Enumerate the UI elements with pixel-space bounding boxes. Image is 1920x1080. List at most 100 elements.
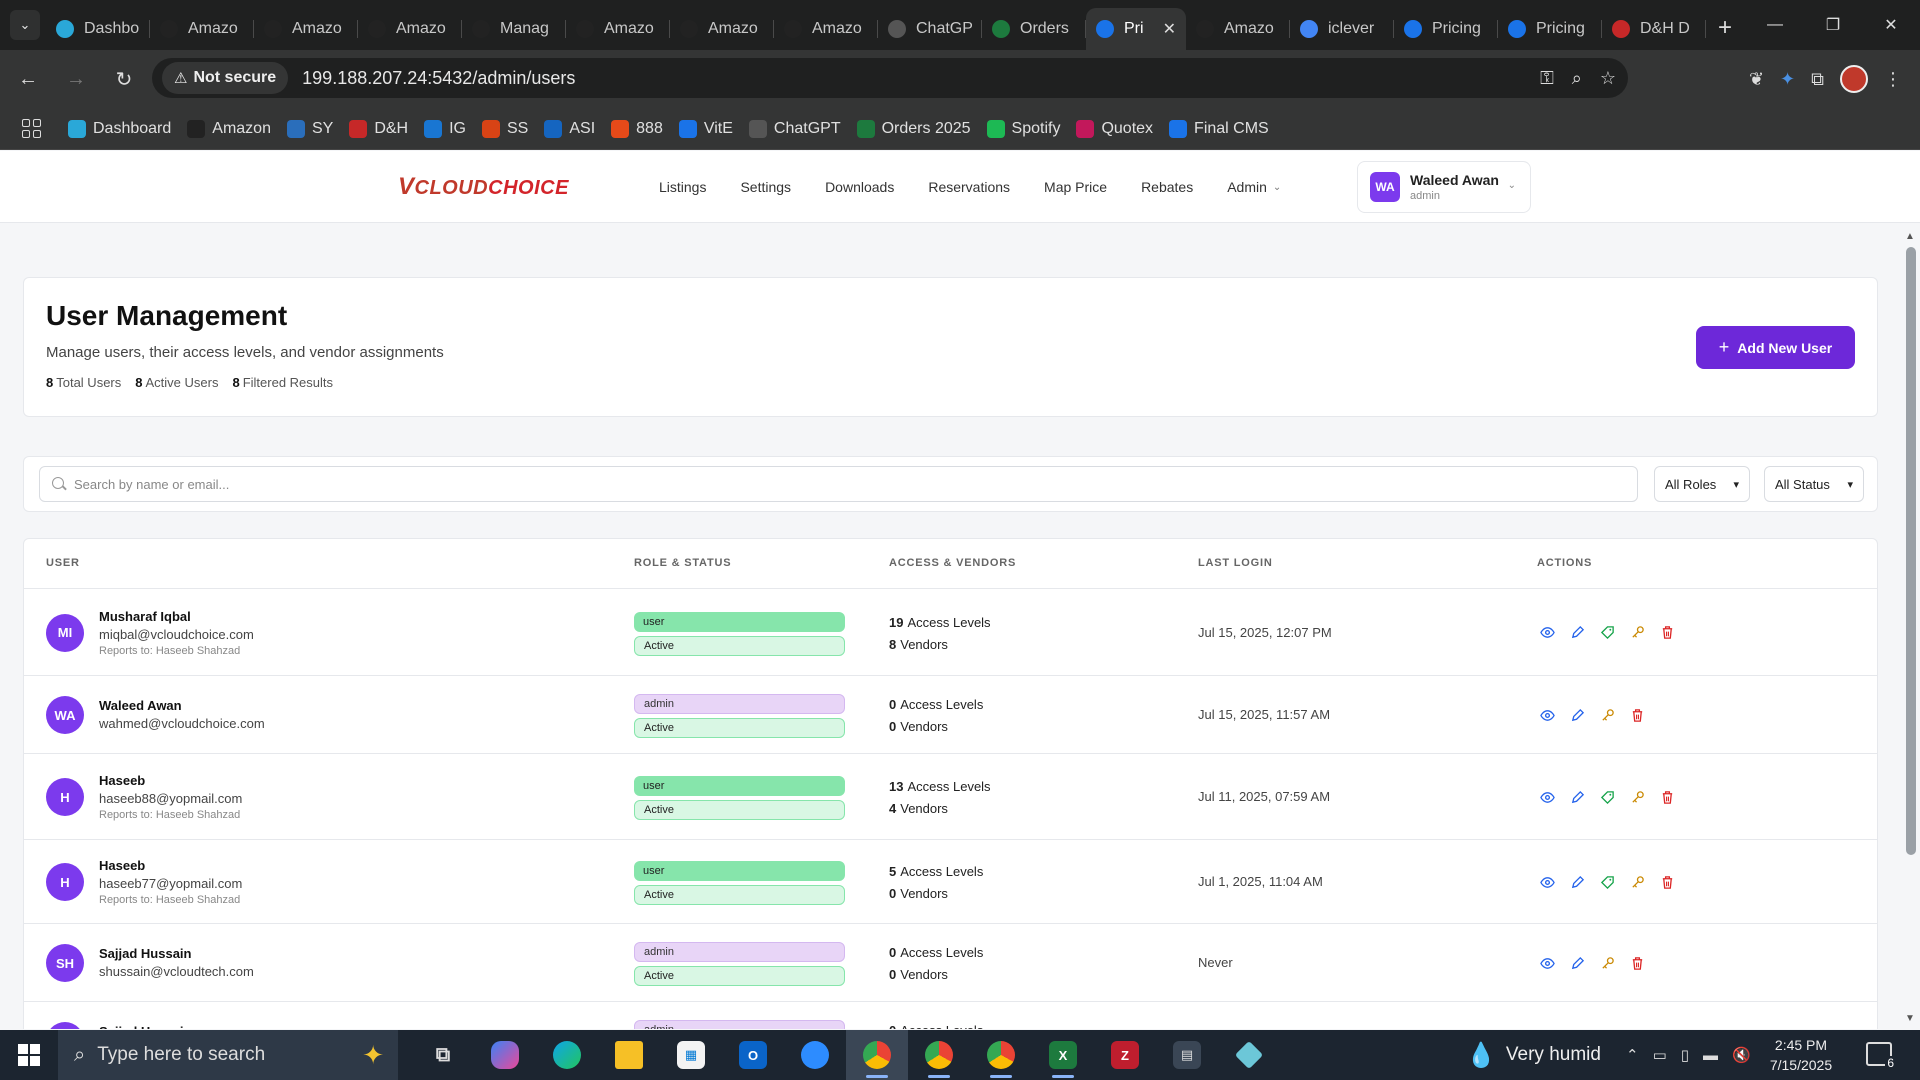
- edit-icon[interactable]: [1569, 707, 1585, 723]
- edit-icon[interactable]: [1569, 955, 1585, 971]
- nav-map-price[interactable]: Map Price: [1044, 179, 1107, 195]
- tray-device-icon[interactable]: ▯: [1681, 1046, 1689, 1064]
- minimize-icon[interactable]: —: [1746, 0, 1804, 50]
- view-icon[interactable]: [1539, 955, 1555, 971]
- battery-icon[interactable]: ▬: [1703, 1047, 1718, 1064]
- bookmark-item[interactable]: VitE: [678, 119, 733, 138]
- delete-icon[interactable]: [1659, 874, 1675, 890]
- apps-grid-icon[interactable]: [22, 118, 42, 139]
- bookmark-item[interactable]: IG: [424, 119, 466, 138]
- browser-tab[interactable]: iclever: [1290, 8, 1394, 50]
- calculator-icon[interactable]: ▤: [1156, 1030, 1218, 1080]
- restore-icon[interactable]: ❐: [1804, 0, 1862, 50]
- bookmark-item[interactable]: SS: [482, 119, 528, 138]
- edit-icon[interactable]: [1569, 874, 1585, 890]
- browser-tab[interactable]: Orders: [982, 8, 1086, 50]
- new-tab-button[interactable]: +: [1718, 14, 1732, 42]
- omnibox[interactable]: ⚠ Not secure 199.188.207.24:5432/admin/u…: [152, 58, 1628, 98]
- edit-icon[interactable]: [1569, 625, 1585, 641]
- delete-icon[interactable]: [1629, 707, 1645, 723]
- user-menu[interactable]: WA Waleed Awan admin ⌄: [1357, 161, 1531, 213]
- zoom-icon[interactable]: ⌕: [1572, 68, 1582, 89]
- browser-tab[interactable]: Amazo: [774, 8, 878, 50]
- url-text[interactable]: 199.188.207.24:5432/admin/users: [302, 68, 575, 89]
- roles-select[interactable]: All Roles ▾: [1654, 466, 1750, 502]
- weather-widget[interactable]: 💧 Very humid: [1466, 1030, 1601, 1080]
- view-icon[interactable]: [1539, 707, 1555, 723]
- browser-tab[interactable]: ChatGP: [878, 8, 982, 50]
- close-window-icon[interactable]: ✕: [1862, 0, 1920, 50]
- file-explorer-icon[interactable]: [598, 1030, 660, 1080]
- bookmark-item[interactable]: ASI: [544, 119, 595, 138]
- edit-icon[interactable]: [1569, 789, 1585, 805]
- forward-icon[interactable]: →: [56, 59, 96, 99]
- tray-display-icon[interactable]: ▭: [1653, 1046, 1667, 1064]
- start-button[interactable]: [0, 1030, 58, 1080]
- bookmark-star-icon[interactable]: ☆: [1600, 68, 1616, 89]
- nav-listings[interactable]: Listings: [659, 179, 706, 195]
- delete-icon[interactable]: [1629, 955, 1645, 971]
- bookmark-item[interactable]: Dashboard: [68, 119, 171, 138]
- notifications-icon[interactable]: 6: [1866, 1042, 1896, 1070]
- key-icon[interactable]: [1629, 874, 1645, 890]
- tag-icon[interactable]: [1599, 874, 1615, 890]
- add-new-user-button[interactable]: + Add New User: [1696, 326, 1855, 369]
- bookmark-item[interactable]: SY: [286, 119, 333, 138]
- scroll-down-icon[interactable]: ▼: [1905, 1013, 1915, 1024]
- taskbar-clock[interactable]: 2:45 PM 7/15/2025: [1756, 1035, 1846, 1075]
- tag-icon[interactable]: [1599, 789, 1615, 805]
- profile-avatar[interactable]: [1840, 65, 1868, 93]
- nav-settings[interactable]: Settings: [740, 179, 791, 195]
- extension-leaf-icon[interactable]: ❦: [1749, 69, 1764, 90]
- volume-muted-icon[interactable]: 🔇: [1732, 1046, 1751, 1064]
- bookmark-item[interactable]: Final CMS: [1169, 119, 1269, 138]
- nav-reservations[interactable]: Reservations: [928, 179, 1010, 195]
- status-select[interactable]: All Status ▾: [1764, 466, 1864, 502]
- extension-blue-icon[interactable]: ✦: [1780, 69, 1795, 90]
- zoom-app-icon[interactable]: [784, 1030, 846, 1080]
- scrollbar-thumb[interactable]: [1906, 247, 1916, 855]
- bookmark-item[interactable]: Quotex: [1076, 119, 1153, 138]
- nav-downloads[interactable]: Downloads: [825, 179, 894, 195]
- key-icon[interactable]: [1629, 625, 1645, 641]
- tag-icon[interactable]: [1599, 625, 1615, 641]
- browser-tab[interactable]: Manag: [462, 8, 566, 50]
- reload-icon[interactable]: ↻: [104, 59, 144, 99]
- outlook-icon[interactable]: O: [722, 1030, 784, 1080]
- browser-tab[interactable]: Pricing: [1498, 8, 1602, 50]
- key-icon[interactable]: [1629, 789, 1645, 805]
- delete-icon[interactable]: [1659, 625, 1675, 641]
- task-view-icon[interactable]: ⧉: [412, 1030, 474, 1080]
- bookmark-item[interactable]: 888: [611, 119, 663, 138]
- chrome-profile-2-icon[interactable]: [908, 1030, 970, 1080]
- nav-admin[interactable]: Admin ⌄: [1227, 179, 1281, 195]
- extensions-puzzle-icon[interactable]: ⧉: [1811, 69, 1824, 90]
- browser-tab[interactable]: Dashbo: [46, 8, 150, 50]
- chrome-icon[interactable]: [846, 1030, 908, 1080]
- excel-icon[interactable]: X: [1032, 1030, 1094, 1080]
- view-icon[interactable]: [1539, 874, 1555, 890]
- close-tab-icon[interactable]: ✕: [1163, 19, 1176, 39]
- password-key-icon[interactable]: ⚿: [1540, 68, 1554, 89]
- vcloudchoice-logo[interactable]: VCLOUDCHOICE: [398, 173, 569, 201]
- nav-rebates[interactable]: Rebates: [1141, 179, 1193, 195]
- app-diamond-icon[interactable]: [1218, 1030, 1280, 1080]
- scroll-up-icon[interactable]: ▲: [1905, 231, 1915, 242]
- browser-tab[interactable]: D&H D: [1602, 8, 1706, 50]
- browser-tab[interactable]: Pricing: [1394, 8, 1498, 50]
- key-icon[interactable]: [1599, 955, 1615, 971]
- security-chip[interactable]: ⚠ Not secure: [162, 62, 289, 94]
- search-input[interactable]: [74, 476, 1574, 492]
- bookmark-item[interactable]: Amazon: [187, 119, 271, 138]
- view-icon[interactable]: [1539, 789, 1555, 805]
- view-icon[interactable]: [1539, 625, 1555, 641]
- tray-chevron-up-icon[interactable]: ⌃: [1626, 1046, 1639, 1064]
- filezilla-icon[interactable]: Z: [1094, 1030, 1156, 1080]
- browser-tab[interactable]: Amazo: [566, 8, 670, 50]
- bookmark-item[interactable]: Spotify: [986, 119, 1060, 138]
- key-icon[interactable]: [1599, 707, 1615, 723]
- bookmark-item[interactable]: ChatGPT: [748, 119, 841, 138]
- chrome-profile-3-icon[interactable]: [970, 1030, 1032, 1080]
- back-icon[interactable]: ←: [8, 59, 48, 99]
- tab-search-button[interactable]: ⌄: [10, 10, 40, 40]
